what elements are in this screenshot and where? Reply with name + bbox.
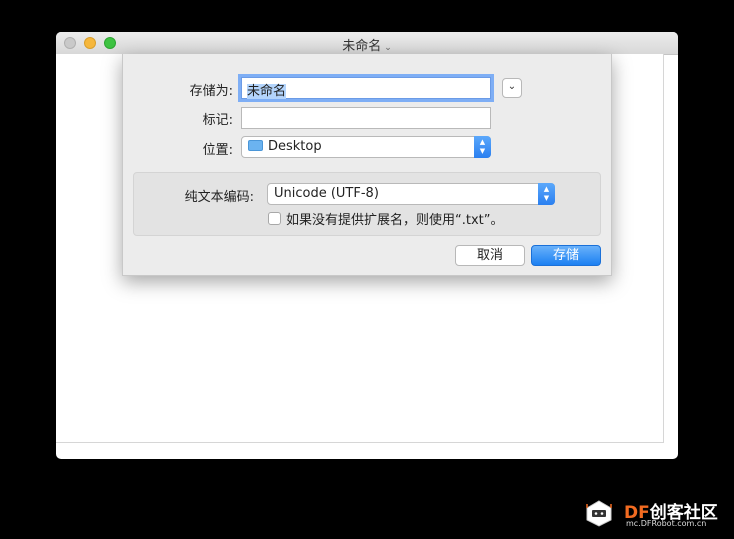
chevron-down-icon: ⌄ bbox=[384, 43, 392, 53]
save-as-value: 未命名 bbox=[247, 84, 287, 99]
robot-logo-icon bbox=[586, 500, 612, 527]
expand-dialog-button[interactable]: ⌄ bbox=[502, 78, 522, 98]
dfrobot-watermark: DF创客社区 mc.DFRobot.com.cn bbox=[582, 494, 732, 534]
window-title[interactable]: 未命名 ⌄ bbox=[56, 35, 678, 54]
location-label: 位置: bbox=[202, 143, 233, 158]
encoding-value: Unicode (UTF-8) bbox=[274, 186, 379, 201]
tags-label: 标记: bbox=[202, 113, 233, 128]
location-value: Desktop bbox=[268, 139, 322, 154]
folder-icon bbox=[248, 140, 263, 151]
brand-url: mc.DFRobot.com.cn bbox=[626, 519, 707, 528]
use-txt-extension-label: 如果没有提供扩展名，则使用“.txt”。 bbox=[286, 213, 504, 228]
tags-input[interactable] bbox=[241, 107, 491, 129]
save-as-label: 存储为: bbox=[189, 84, 233, 99]
encoding-popup[interactable]: Unicode (UTF-8) ▲ ▼ bbox=[267, 183, 555, 205]
chevron-down-icon: ⌄ bbox=[507, 81, 517, 92]
encoding-label: 纯文本编码: bbox=[184, 190, 254, 205]
cancel-button[interactable]: 取消 bbox=[455, 245, 525, 266]
save-button[interactable]: 存储 bbox=[531, 245, 601, 266]
save-as-input[interactable]: 未命名 bbox=[241, 77, 491, 99]
up-down-arrows-icon: ▲ ▼ bbox=[474, 136, 491, 158]
save-sheet: 存储为: 未命名 ⌄ 标记: 位置: Desktop ▲ ▼ 纯文本编码: Uni… bbox=[122, 54, 612, 276]
location-popup[interactable]: Desktop ▲ ▼ bbox=[241, 136, 491, 158]
window-title-text: 未命名 bbox=[342, 39, 382, 54]
options-panel: 纯文本编码: Unicode (UTF-8) ▲ ▼ 如果没有提供扩展名，则使用“… bbox=[133, 172, 601, 236]
up-down-arrows-icon: ▲ ▼ bbox=[538, 183, 555, 205]
title-bar[interactable]: 未命名 ⌄ bbox=[56, 32, 678, 55]
use-txt-extension-checkbox[interactable] bbox=[268, 212, 281, 225]
